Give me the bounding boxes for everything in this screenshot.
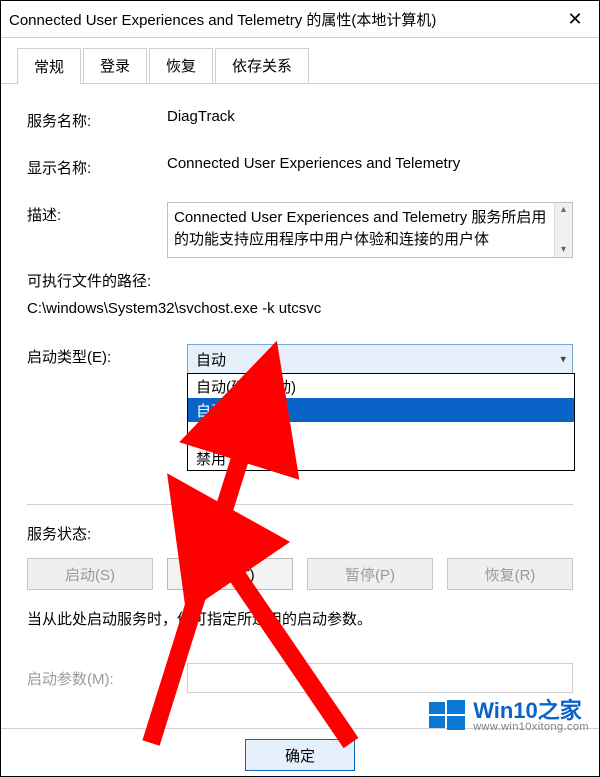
service-control-buttons: 启动(S) 停止(T) 暂停(P) 恢复(R) [27, 558, 573, 590]
label-startup-params: 启动参数(M): [27, 668, 187, 689]
tab-logon[interactable]: 登录 [83, 48, 147, 83]
label-description: 描述: [27, 202, 167, 225]
scrollbar[interactable]: ▴ ▾ [554, 203, 572, 257]
option-auto-delayed[interactable]: 自动(延迟启动) [188, 374, 574, 398]
button-label: 恢复(R) [485, 564, 536, 585]
option-label: 自动(延迟启动) [196, 376, 296, 397]
resume-button: 恢复(R) [447, 558, 573, 590]
divider [27, 504, 573, 505]
tab-general[interactable]: 常规 [17, 48, 81, 84]
close-icon: ✕ [567, 9, 582, 30]
titlebar: Connected User Experiences and Telemetry… [1, 1, 599, 37]
stop-button[interactable]: 停止(T) [167, 558, 293, 590]
row-service-name: 服务名称: DiagTrack [27, 108, 573, 131]
button-label: 确定 [285, 745, 315, 766]
window-title: Connected User Experiences and Telemetry… [9, 9, 555, 30]
watermark-brand-zh: 之家 [538, 698, 582, 723]
option-label: 自动 [196, 400, 226, 421]
startup-type-select[interactable]: 自动 ▾ [187, 344, 573, 374]
startup-type-value: 自动 [196, 349, 226, 370]
startup-params-note: 当从此处启动服务时，你可指定所适用的启动参数。 [27, 608, 573, 629]
properties-dialog: Connected User Experiences and Telemetry… [0, 0, 600, 777]
start-button: 启动(S) [27, 558, 153, 590]
description-text: Connected User Experiences and Telemetry… [174, 209, 546, 248]
value-exe-path: C:\windows\System32\svchost.exe -k utcsv… [27, 295, 573, 322]
option-disabled[interactable]: 禁用 [188, 446, 574, 470]
close-button[interactable]: ✕ [555, 1, 595, 37]
startup-params-input [187, 663, 573, 693]
exe-path-block: 可执行文件的路径: C:\windows\System32\svchost.ex… [27, 268, 573, 322]
tab-bar: 常规 登录 恢复 依存关系 [1, 38, 599, 84]
windows-logo-icon [427, 696, 467, 736]
tab-label: 依存关系 [232, 58, 292, 75]
tab-recovery[interactable]: 恢复 [149, 48, 213, 83]
startup-type-dropdown[interactable]: 自动(延迟启动) 自动 手动 禁用 [187, 373, 575, 471]
row-startup-type: 启动类型(E): 自动 ▾ [27, 344, 573, 374]
button-label: 停止(T) [205, 564, 254, 585]
chevron-down-icon: ▾ [560, 353, 566, 366]
scroll-down-icon: ▾ [561, 243, 566, 258]
tab-label: 恢复 [166, 58, 196, 75]
watermark-text: Win10之家 www.win10xitong.com [473, 699, 589, 734]
button-label: 暂停(P) [345, 564, 395, 585]
label-display-name: 显示名称: [27, 155, 167, 178]
pause-button: 暂停(P) [307, 558, 433, 590]
label-service-name: 服务名称: [27, 108, 167, 131]
watermark-url: www.win10xitong.com [473, 722, 589, 734]
row-display-name: 显示名称: Connected User Experiences and Tel… [27, 155, 573, 178]
row-service-status: 服务状态: 正在运行 [27, 521, 573, 544]
value-service-name: DiagTrack [167, 108, 573, 125]
tab-panel-general: 服务名称: DiagTrack 显示名称: Connected User Exp… [1, 84, 599, 693]
tab-label: 登录 [100, 58, 130, 75]
value-service-status: 正在运行 [187, 521, 573, 542]
value-display-name: Connected User Experiences and Telemetry [167, 155, 573, 172]
watermark-brand-en: Win10 [473, 698, 538, 723]
option-label: 手动 [196, 424, 226, 445]
tab-label: 常规 [34, 59, 64, 76]
option-manual[interactable]: 手动 [188, 422, 574, 446]
watermark-brand: Win10之家 [473, 699, 589, 722]
scroll-up-icon: ▴ [561, 203, 566, 218]
option-auto[interactable]: 自动 [188, 398, 574, 422]
tab-dependencies[interactable]: 依存关系 [215, 48, 309, 83]
ok-button[interactable]: 确定 [245, 739, 355, 771]
option-label: 禁用 [196, 448, 226, 469]
watermark: Win10之家 www.win10xitong.com [427, 696, 589, 736]
row-startup-params: 启动参数(M): [27, 663, 573, 693]
label-exe-path: 可执行文件的路径: [27, 268, 573, 295]
row-description: 描述: Connected User Experiences and Telem… [27, 202, 573, 258]
description-textbox[interactable]: Connected User Experiences and Telemetry… [167, 202, 573, 258]
label-startup-type: 启动类型(E): [27, 344, 187, 367]
label-service-status: 服务状态: [27, 521, 187, 544]
button-label: 启动(S) [65, 564, 115, 585]
